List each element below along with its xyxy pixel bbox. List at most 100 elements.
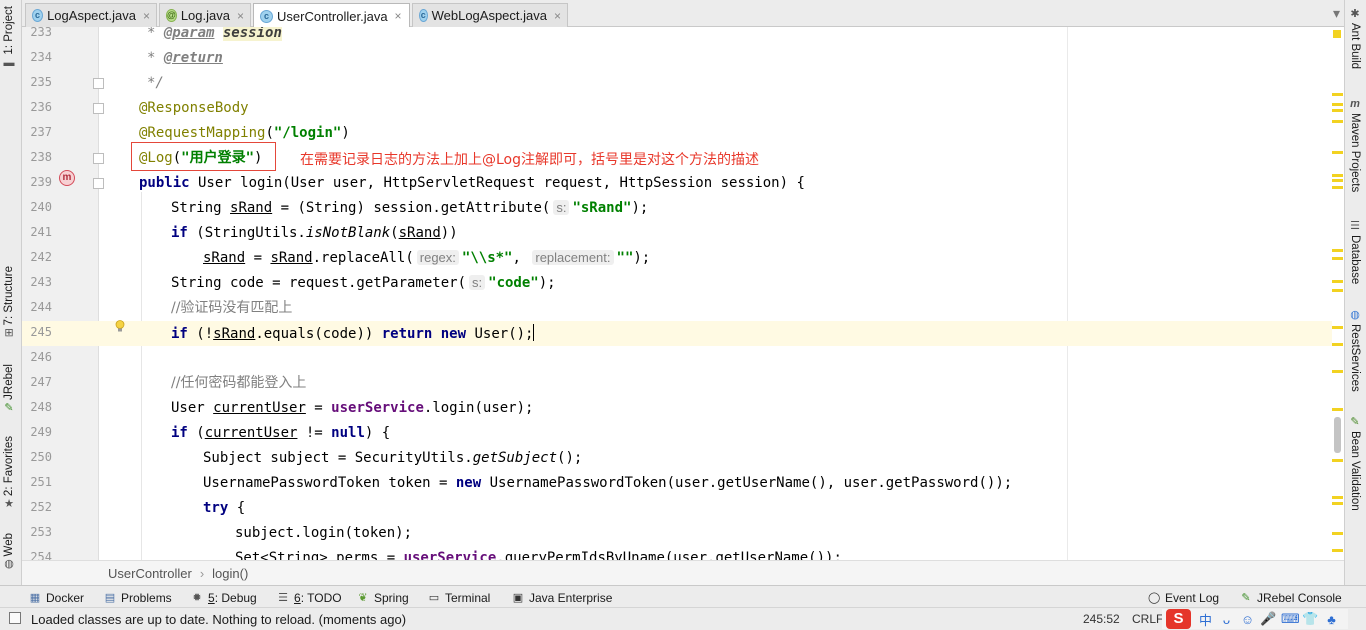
tab-web-log-aspect[interactable]: c WebLogAspect.java × [412,3,568,27]
rest-services-tool-button[interactable]: ◍ RestServices [1349,309,1361,392]
tool-windows-toggle-icon[interactable] [9,612,21,624]
structure-tool-button[interactable]: 7: Structure ⊞ [3,266,15,339]
docker-tool-button[interactable]: ▦ Docker [29,591,84,605]
java-class-icon: c [32,9,44,22]
warning-mark[interactable] [1332,109,1343,112]
fold-marker[interactable] [93,153,104,164]
warning-mark[interactable] [1332,326,1343,329]
status-message[interactable]: Loaded classes are up to date. Nothing t… [31,612,406,627]
jrebel-console-tool-button[interactable]: ✎ JRebel Console [1240,591,1341,605]
warning-mark[interactable] [1332,249,1343,252]
punctuation-icon[interactable]: ᴗ [1218,612,1235,627]
scrollbar-thumb[interactable] [1334,417,1341,453]
globe-icon: ◍ [1350,309,1360,321]
warning-mark[interactable] [1332,496,1343,499]
annotation-icon: @ [166,9,177,22]
terminal-tool-button[interactable]: ▭ Terminal [428,591,491,605]
bug-icon: ✹ [192,592,202,604]
warning-mark[interactable] [1332,280,1343,283]
breadcrumb-item-class[interactable]: UserController [108,566,192,581]
tab-user-controller[interactable]: c UserController.java × [253,3,410,28]
ime-logo-icon[interactable]: S [1166,609,1191,629]
warning-mark[interactable] [1332,459,1343,462]
warning-mark[interactable] [1332,502,1343,505]
close-icon[interactable]: × [143,9,150,23]
tab-label: WebLogAspect.java [431,8,547,23]
chinese-mode-icon[interactable]: 中 [1197,610,1214,629]
warning-mark[interactable] [1332,289,1343,292]
todo-tool-button[interactable]: ☰ 6: TODO [277,591,342,605]
warning-mark[interactable] [1332,151,1343,154]
warning-mark[interactable] [1332,179,1343,182]
code-text: if (StringUtils.isNotBlank(sRand)) [171,225,458,241]
bean-icon: ✎ [1350,416,1360,428]
warning-mark[interactable] [1332,174,1343,177]
line-number: 240 [30,200,52,214]
fold-marker[interactable] [93,178,104,189]
lightbulb-icon[interactable] [115,320,125,333]
warning-mark[interactable] [1332,408,1343,411]
tab-overflow-icon[interactable]: ▾ [1333,5,1340,22]
close-icon[interactable]: × [237,9,244,23]
tab-log[interactable]: @ Log.java × [159,3,251,27]
toolbox-icon[interactable]: ♣ [1323,612,1340,627]
line-separator[interactable]: CRLF [1132,612,1163,626]
debug-tool-button[interactable]: ✹ 5: Debug [191,591,256,605]
right-tool-strip: ✱ Ant Build m Maven Projects ☰ Database … [1344,0,1366,585]
method-marker-icon[interactable]: m [59,170,75,186]
line-number: 254 [30,550,52,560]
analysis-status-icon[interactable] [1333,30,1341,38]
warning-mark[interactable] [1332,370,1343,373]
bean-validation-tool-button[interactable]: ✎ Bean Validation [1349,416,1361,511]
warning-mark[interactable] [1332,120,1343,123]
jrebel-icon: ✎ [1241,592,1251,604]
fold-marker[interactable] [93,78,104,89]
spring-tool-button[interactable]: ❦ Spring [357,591,408,605]
warning-mark[interactable] [1332,257,1343,260]
keyboard-icon[interactable]: ⌨ [1281,611,1300,627]
favorites-tool-button[interactable]: 2: Favorites ★ [3,436,15,510]
warning-mark[interactable] [1332,549,1343,552]
code-line: 234 * @return [22,46,1332,71]
code-line: 248 User currentUser = userService.login… [22,396,1332,421]
microphone-icon[interactable]: 🎤 [1260,611,1277,627]
project-tool-button[interactable]: 1: Project ▬ [3,6,15,69]
code-line: 252 try { [22,496,1332,521]
warning-mark[interactable] [1332,186,1343,189]
line-number: 234 [30,50,52,64]
code-line: 239 public User login(User user, HttpSer… [22,171,1332,196]
event-log-tool-button[interactable]: ◯ Event Log [1148,591,1219,605]
line-number: 239 [30,175,52,189]
java-enterprise-tool-button[interactable]: ▣ Java Enterprise [512,591,613,605]
skin-icon[interactable]: 👕 [1302,611,1319,627]
code-editor[interactable]: 233 * @param session 234 * @return 235 *… [22,27,1344,560]
fold-marker[interactable] [93,103,104,114]
code-text: Subject subject = SecurityUtils.getSubje… [203,450,583,466]
tab-log-aspect[interactable]: c LogAspect.java × [25,3,157,27]
database-tool-button[interactable]: ☰ Database [1349,220,1361,284]
emoji-icon[interactable]: ☺ [1239,612,1256,627]
web-tool-button[interactable]: Web ◍ [3,533,15,570]
code-line: 240 String sRand = (String) session.getA… [22,196,1332,221]
line-number: 236 [30,100,52,114]
close-icon[interactable]: × [554,9,561,23]
breadcrumb-item-method[interactable]: login() [212,566,248,581]
code-line: 235 */ [22,71,1332,96]
close-icon[interactable]: × [395,9,402,23]
rest-services-label: RestServices [1349,324,1361,392]
warning-mark[interactable] [1332,532,1343,535]
line-number: 245 [30,325,52,339]
tool-window-bar: ▦ Docker ▤ Problems ✹ 5: Debug ☰ 6: TODO ❦ Sp… [0,585,1366,608]
code-text: UsernamePasswordToken token = new Userna… [203,475,1013,491]
parameter-hint: s: [469,275,486,290]
code-text: if (currentUser != null) { [171,425,391,441]
problems-tool-button[interactable]: ▤ Problems [104,591,172,605]
caret-position[interactable]: 245:52 [1083,612,1120,626]
ant-build-tool-button[interactable]: ✱ Ant Build [1349,8,1361,69]
warning-mark[interactable] [1332,343,1343,346]
warning-mark[interactable] [1332,103,1343,106]
maven-tool-button[interactable]: m Maven Projects [1349,98,1361,192]
warning-mark[interactable] [1332,93,1343,96]
error-stripe[interactable] [1330,27,1344,560]
jrebel-tool-button[interactable]: JRebel ✎ [3,364,15,414]
